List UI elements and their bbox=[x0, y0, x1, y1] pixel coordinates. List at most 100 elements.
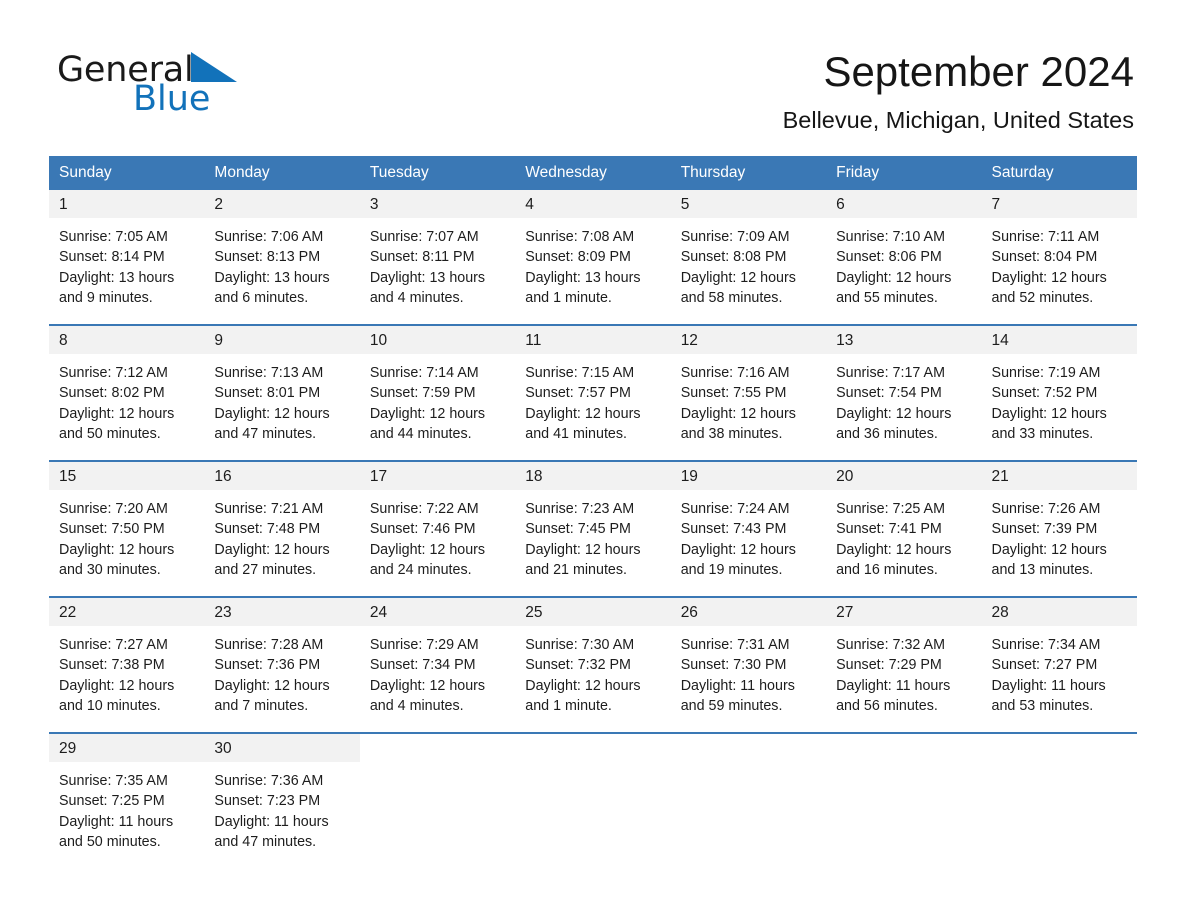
sunrise-time: Sunrise: 7:07 AM bbox=[369, 229, 479, 246]
calendar-day-cell[interactable]: 21 Sunrise: 7:26 AM Sunset: 7:39 PM Dayligh… bbox=[981, 462, 1137, 595]
day-details: Sunrise: 7:24 AM Sunset: 7:43 PM Daylight:… bbox=[671, 490, 826, 580]
sunrise-time: Sunrise: 7:13 AM bbox=[214, 365, 324, 382]
day-details: Sunrise: 7:15 AM Sunset: 7:57 PM Daylight:… bbox=[515, 354, 670, 444]
day-cell-inner bbox=[826, 734, 982, 867]
daylight-duration-line1: Daylight: 12 hours bbox=[991, 541, 1107, 558]
day-number: 15 bbox=[49, 462, 205, 491]
day-cell-inner: 4 Sunrise: 7:08 AM Sunset: 8:09 PM Daylight… bbox=[515, 190, 671, 323]
day-number bbox=[515, 734, 671, 763]
calendar-day-cell[interactable]: 24 Sunrise: 7:29 AM Sunset: 7:34 PM Dayligh… bbox=[359, 598, 516, 731]
sunset-time: Sunset: 8:13 PM bbox=[214, 249, 321, 266]
logo-word-general: General bbox=[57, 50, 194, 90]
sunset-time: Sunset: 7:25 PM bbox=[59, 793, 165, 810]
sunset-time: Sunset: 7:41 PM bbox=[836, 521, 942, 538]
daylight-duration-line2: and 24 minutes. bbox=[369, 561, 472, 578]
daylight-duration-line2: and 36 minutes. bbox=[836, 425, 938, 442]
calendar-day-cell[interactable]: 27 Sunrise: 7:32 AM Sunset: 7:29 PM Dayligh… bbox=[826, 598, 982, 731]
day-cell-inner: 25 Sunrise: 7:30 AM Sunset: 7:32 PM Dayligh… bbox=[515, 598, 671, 731]
calendar-day-cell[interactable]: 19 Sunrise: 7:24 AM Sunset: 7:43 PM Dayligh… bbox=[670, 462, 827, 595]
daylight-duration-line1: Daylight: 12 hours bbox=[369, 677, 486, 694]
day-number: 30 bbox=[204, 734, 360, 763]
day-details: Sunrise: 7:23 AM Sunset: 7:45 PM Daylight:… bbox=[515, 490, 670, 580]
daylight-duration-line1: Daylight: 12 hours bbox=[836, 269, 952, 286]
calendar-day-cell[interactable]: 16 Sunrise: 7:21 AM Sunset: 7:48 PM Dayligh… bbox=[204, 462, 360, 595]
calendar-day-cell[interactable]: 6 Sunrise: 7:10 AM Sunset: 8:06 PM Daylight… bbox=[826, 190, 982, 323]
day-cell-inner: 1 Sunrise: 7:05 AM Sunset: 8:14 PM Daylight… bbox=[49, 190, 205, 323]
weekday-header-tuesday: Tuesday bbox=[369, 164, 429, 181]
daylight-duration-line2: and 1 minute. bbox=[525, 289, 612, 306]
calendar-day-cell[interactable]: 20 Sunrise: 7:25 AM Sunset: 7:41 PM Dayligh… bbox=[826, 462, 982, 595]
sunrise-time: Sunrise: 7:14 AM bbox=[369, 365, 479, 382]
sunrise-time: Sunrise: 7:27 AM bbox=[59, 637, 168, 654]
sunrise-time: Sunrise: 7:16 AM bbox=[680, 365, 790, 382]
calendar-day-cell[interactable]: 26 Sunrise: 7:31 AM Sunset: 7:30 PM Dayligh… bbox=[670, 598, 827, 731]
sunrise-time: Sunrise: 7:10 AM bbox=[836, 229, 945, 246]
day-cell-inner: 5 Sunrise: 7:09 AM Sunset: 8:08 PM Daylight… bbox=[670, 190, 827, 323]
sunset-time: Sunset: 8:04 PM bbox=[991, 249, 1098, 266]
sunrise-time: Sunrise: 7:36 AM bbox=[214, 773, 324, 790]
general-blue-logo[interactable]: General Blue bbox=[57, 52, 307, 122]
day-details: Sunrise: 7:21 AM Sunset: 7:48 PM Daylight:… bbox=[204, 490, 359, 580]
sunrise-time: Sunrise: 7:08 AM bbox=[525, 229, 635, 246]
calendar-day-cell[interactable]: 14 Sunrise: 7:19 AM Sunset: 7:52 PM Dayligh… bbox=[981, 326, 1137, 459]
day-details: Sunrise: 7:25 AM Sunset: 7:41 PM Daylight:… bbox=[826, 490, 981, 580]
day-number: 24 bbox=[359, 598, 516, 627]
calendar-day-cell[interactable]: 12 Sunrise: 7:16 AM Sunset: 7:55 PM Dayligh… bbox=[670, 326, 827, 459]
calendar-day-cell[interactable]: 22 Sunrise: 7:27 AM Sunset: 7:38 PM Dayligh… bbox=[49, 598, 205, 731]
day-details: Sunrise: 7:22 AM Sunset: 7:46 PM Daylight:… bbox=[360, 490, 515, 580]
calendar-day-cell[interactable]: 15 Sunrise: 7:20 AM Sunset: 7:50 PM Dayligh… bbox=[49, 462, 205, 595]
day-cell-inner: 17 Sunrise: 7:22 AM Sunset: 7:46 PM Dayligh… bbox=[359, 462, 516, 595]
calendar-day-cell[interactable]: 10 Sunrise: 7:14 AM Sunset: 7:59 PM Dayligh… bbox=[359, 326, 516, 459]
calendar-week-row: 1 Sunrise: 7:05 AM Sunset: 8:14 PM Daylight… bbox=[49, 190, 1137, 323]
daylight-duration-line1: Daylight: 12 hours bbox=[214, 405, 330, 422]
day-details: Sunrise: 7:05 AM Sunset: 8:14 PM Daylight:… bbox=[49, 218, 204, 308]
daylight-duration-line1: Daylight: 11 hours bbox=[214, 813, 329, 830]
daylight-duration-line1: Daylight: 12 hours bbox=[369, 405, 486, 422]
sunset-time: Sunset: 7:27 PM bbox=[991, 657, 1098, 674]
daylight-duration-line1: Daylight: 12 hours bbox=[680, 405, 796, 422]
sunset-time: Sunset: 7:52 PM bbox=[991, 385, 1098, 402]
calendar-day-cell[interactable]: 30 Sunrise: 7:36 AM Sunset: 7:23 PM Dayligh… bbox=[204, 734, 360, 867]
calendar-day-cell[interactable]: 17 Sunrise: 7:22 AM Sunset: 7:46 PM Dayligh… bbox=[359, 462, 516, 595]
calendar-day-cell[interactable]: 1 Sunrise: 7:05 AM Sunset: 8:14 PM Daylight… bbox=[49, 190, 205, 323]
day-cell-inner: 3 Sunrise: 7:07 AM Sunset: 8:11 PM Daylight… bbox=[359, 190, 516, 323]
calendar-day-cell[interactable]: 5 Sunrise: 7:09 AM Sunset: 8:08 PM Daylight… bbox=[670, 190, 827, 323]
sunset-time: Sunset: 7:54 PM bbox=[836, 385, 942, 402]
day-cell-inner bbox=[981, 734, 1137, 867]
sunrise-time: Sunrise: 7:06 AM bbox=[214, 229, 324, 246]
calendar-day-cell-empty bbox=[826, 734, 982, 867]
daylight-duration-line1: Daylight: 12 hours bbox=[214, 677, 330, 694]
day-details: Sunrise: 7:07 AM Sunset: 8:11 PM Daylight:… bbox=[360, 218, 515, 308]
calendar-week-row: 29 Sunrise: 7:35 AM Sunset: 7:25 PM Dayligh… bbox=[49, 734, 1137, 867]
calendar-day-cell[interactable]: 4 Sunrise: 7:08 AM Sunset: 8:09 PM Daylight… bbox=[515, 190, 671, 323]
day-number: 13 bbox=[826, 326, 982, 355]
day-number: 28 bbox=[981, 598, 1137, 627]
sunset-time: Sunset: 8:02 PM bbox=[59, 385, 165, 402]
day-number: 14 bbox=[981, 326, 1137, 355]
daylight-duration-line1: Daylight: 12 hours bbox=[680, 269, 796, 286]
calendar-day-cell[interactable]: 2 Sunrise: 7:06 AM Sunset: 8:13 PM Daylight… bbox=[204, 190, 360, 323]
calendar-day-cell[interactable]: 9 Sunrise: 7:13 AM Sunset: 8:01 PM Daylight… bbox=[204, 326, 360, 459]
calendar-day-cell[interactable]: 29 Sunrise: 7:35 AM Sunset: 7:25 PM Dayligh… bbox=[49, 734, 205, 867]
daylight-duration-line2: and 7 minutes. bbox=[214, 697, 309, 714]
daylight-duration-line2: and 1 minute. bbox=[525, 697, 612, 714]
calendar-day-cell[interactable]: 11 Sunrise: 7:15 AM Sunset: 7:57 PM Dayligh… bbox=[515, 326, 671, 459]
daylight-duration-line2: and 58 minutes. bbox=[680, 289, 783, 306]
sunrise-time: Sunrise: 7:34 AM bbox=[991, 637, 1101, 654]
calendar-day-cell[interactable]: 13 Sunrise: 7:17 AM Sunset: 7:54 PM Dayligh… bbox=[826, 326, 982, 459]
sunset-time: Sunset: 7:39 PM bbox=[991, 521, 1098, 538]
calendar-day-cell[interactable]: 23 Sunrise: 7:28 AM Sunset: 7:36 PM Dayligh… bbox=[204, 598, 360, 731]
day-cell-inner: 29 Sunrise: 7:35 AM Sunset: 7:25 PM Dayligh… bbox=[49, 734, 205, 867]
calendar-day-cell[interactable]: 28 Sunrise: 7:34 AM Sunset: 7:27 PM Dayligh… bbox=[981, 598, 1137, 731]
day-number bbox=[670, 734, 827, 763]
calendar-day-cell[interactable]: 18 Sunrise: 7:23 AM Sunset: 7:45 PM Dayligh… bbox=[515, 462, 671, 595]
day-number: 18 bbox=[515, 462, 671, 491]
day-number: 1 bbox=[49, 190, 205, 219]
calendar-day-cell[interactable]: 7 Sunrise: 7:11 AM Sunset: 8:04 PM Daylight… bbox=[981, 190, 1137, 323]
calendar-day-cell[interactable]: 25 Sunrise: 7:30 AM Sunset: 7:32 PM Dayligh… bbox=[515, 598, 671, 731]
day-number: 27 bbox=[826, 598, 982, 627]
calendar-day-cell[interactable]: 3 Sunrise: 7:07 AM Sunset: 8:11 PM Daylight… bbox=[359, 190, 516, 323]
day-number: 25 bbox=[515, 598, 671, 627]
day-number: 8 bbox=[49, 326, 205, 355]
calendar-day-cell[interactable]: 8 Sunrise: 7:12 AM Sunset: 8:02 PM Daylight… bbox=[49, 326, 205, 459]
